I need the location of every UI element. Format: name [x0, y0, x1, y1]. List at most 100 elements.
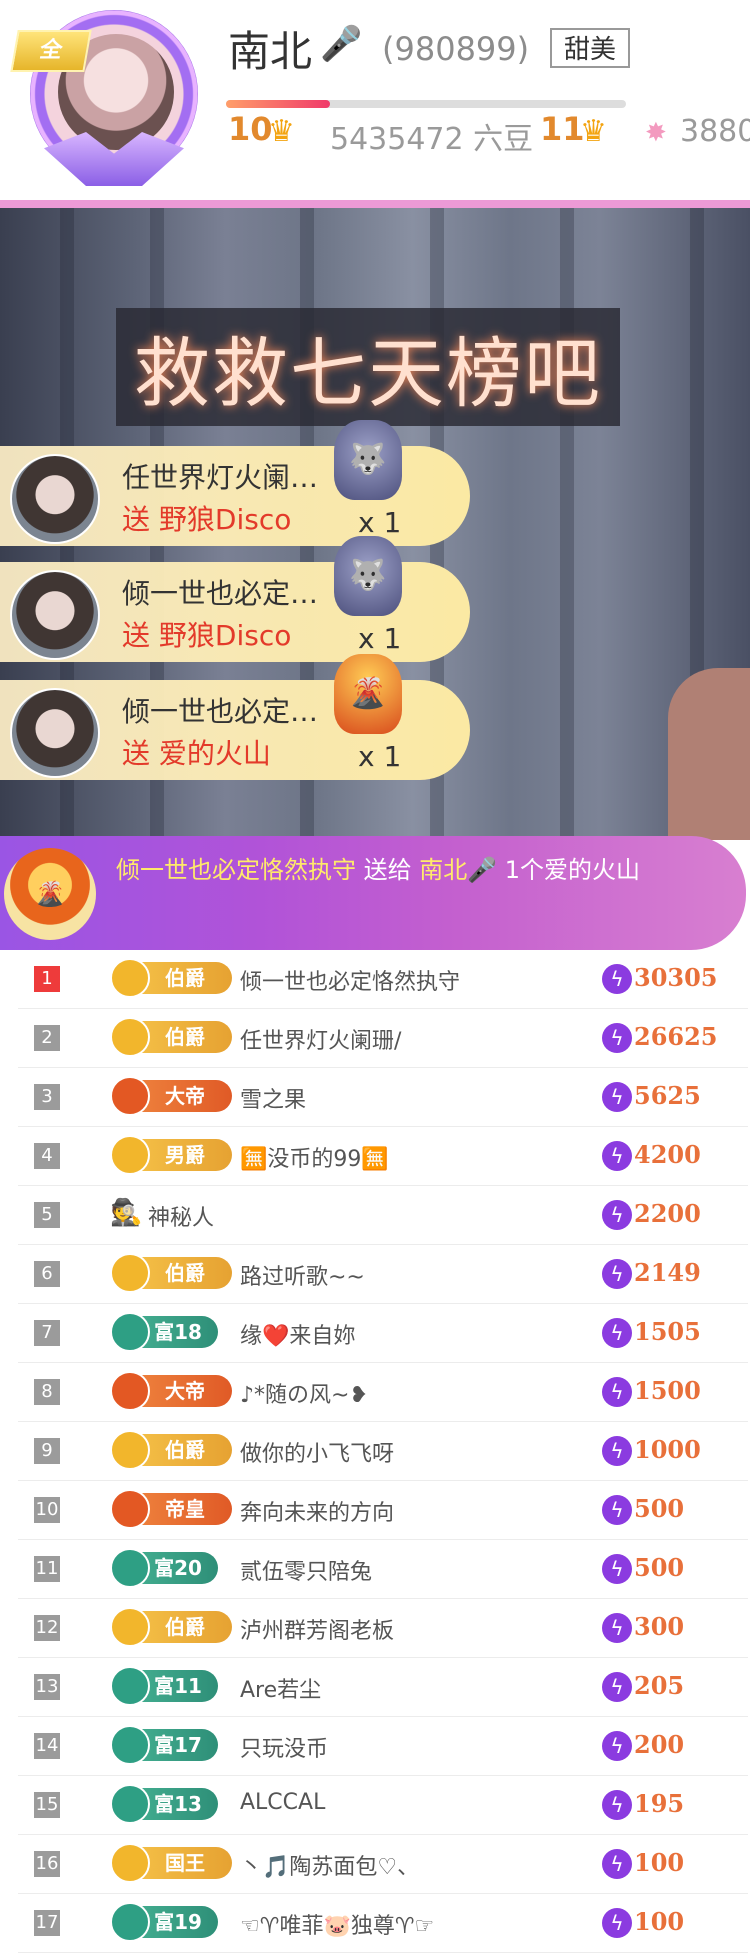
contribution-value: 1505 [634, 1317, 701, 1346]
rank-number: 12 [34, 1615, 60, 1641]
lightning-icon: ϟ [602, 1731, 632, 1761]
lightning-icon: ϟ [602, 1259, 632, 1289]
contribution-value: 2149 [634, 1258, 701, 1287]
rank-number: 5 [34, 1202, 60, 1228]
rank-badge: 伯爵 [110, 958, 232, 998]
rank-badge: 富19 [110, 1902, 218, 1942]
background-chair [668, 668, 750, 840]
lightning-icon: ϟ [602, 1672, 632, 1702]
lightning-icon: ϟ [602, 1318, 632, 1348]
badge-emblem-icon [110, 1371, 150, 1411]
gift-toast: 任世界灯火阑… 送 野狼Disco 🐺 x 1 [0, 420, 470, 546]
room-id: (980899) [382, 30, 530, 68]
badge-label: 富11 [154, 1674, 202, 1698]
rank-number: 9 [34, 1438, 60, 1464]
lightning-icon: ϟ [602, 1495, 632, 1525]
badge-emblem-icon [110, 1843, 150, 1883]
lightning-icon: ϟ [602, 1377, 632, 1407]
user-name: ☜♈唯菲🐷独尊♈☞ [240, 1914, 435, 1939]
user-name: 🈚没币的99🈚 [240, 1147, 389, 1172]
sender-avatar[interactable] [10, 454, 100, 544]
sender-name: 倾一世也必定… [122, 577, 319, 610]
rank-number: 11 [34, 1556, 60, 1582]
ranking-row[interactable]: 16 国王 丶🎵陶苏面包♡、 ϟ 100 [18, 1835, 748, 1894]
ranking-row[interactable]: 8 大帝 ♪*随の风~❥ ϟ 1500 [18, 1363, 748, 1422]
rank-number: 6 [34, 1261, 60, 1287]
badge-emblem-icon [110, 1902, 150, 1942]
user-name: 神秘人 [148, 1206, 215, 1231]
rank-number: 7 [34, 1320, 60, 1346]
user-name: 奔向未来的方向 [240, 1501, 395, 1526]
sender-avatar[interactable] [10, 570, 100, 660]
badge-label: 富18 [154, 1320, 202, 1344]
ranking-row[interactable]: 2 伯爵 任世界灯火阑珊/ϟ 26625 [18, 1009, 748, 1068]
rank-badge: 伯爵 [110, 1253, 232, 1293]
badge-emblem-icon [110, 1489, 150, 1529]
badge-emblem-icon [110, 1607, 150, 1647]
user-name: 缘❤️来自妳 [240, 1324, 356, 1349]
user-name: 雪之果 [240, 1088, 307, 1113]
gift-count: x 1 [358, 740, 402, 773]
ranking-row[interactable]: 5 🕵 神秘人 ϟ 2200 [18, 1186, 748, 1245]
contribution-value: 195 [634, 1789, 685, 1818]
rank-badge: 男爵 [110, 1135, 232, 1175]
ranking-row[interactable]: 7 富18 缘❤️来自妳 ϟ 1505 [18, 1304, 748, 1363]
ranking-row[interactable]: 11 富20 贰伍零只陪兔 ϟ 500 [18, 1540, 748, 1599]
sender-avatar[interactable] [10, 688, 100, 778]
level-progress-bar [226, 100, 626, 108]
rank-badge: 大帝 [110, 1371, 232, 1411]
volcano-gift-icon: 🌋 [334, 654, 402, 734]
user-name: 泸州群芳阁老板 [240, 1619, 395, 1644]
contribution-value: 2200 [634, 1199, 701, 1228]
user-name: 倾一世也必定恪然执守 [240, 970, 461, 995]
contribution-value: 4200 [634, 1140, 701, 1169]
rank-badge: 伯爵 [110, 1430, 232, 1470]
next-level: 11 [540, 110, 585, 148]
ranking-row[interactable]: 3 大帝 雪之果 ϟ 5625 [18, 1068, 748, 1127]
user-name: 丶🎵陶苏面包♡、 [240, 1855, 420, 1880]
ranking-row[interactable]: 14 富17 只玩没币 ϟ 200 [18, 1717, 748, 1776]
lightning-icon: ϟ [602, 1141, 632, 1171]
rank-badge: 伯爵 [110, 1017, 232, 1057]
badge-emblem-icon [110, 1725, 150, 1765]
rank-number: 2 [34, 1025, 60, 1051]
ranking-row[interactable]: 1 伯爵 倾一世也必定恪然执守 ϟ 30305 [18, 950, 748, 1009]
gift-toast: 倾一世也必定… 送 野狼Disco 🐺 x 1 [0, 536, 470, 662]
rank-badge: 富20 [110, 1548, 218, 1588]
live-video[interactable]: 救救七天榜吧 任世界灯火阑… 送 野狼Disco 🐺 x 1 倾一世也必定… 送… [0, 208, 750, 840]
ranking-row[interactable]: 4 男爵 🈚没币的99🈚 ϟ 4200 [18, 1127, 748, 1186]
lightning-icon: ϟ [602, 964, 632, 994]
contribution-value: 1500 [634, 1376, 701, 1405]
contribution-value: 26625 [634, 1022, 718, 1051]
sender-name: 任世界灯火阑… [122, 461, 319, 494]
contribution-value: 500 [634, 1553, 685, 1582]
beans-count: 5435472 六豆 [330, 122, 534, 157]
ranking-row[interactable]: 6 伯爵 路过听歌~~ ϟ 2149 [18, 1245, 748, 1304]
contribution-value: 5625 [634, 1081, 701, 1110]
rank-badge: 伯爵 [110, 1607, 232, 1647]
gift-name: 送 野狼Disco [122, 503, 292, 536]
ranking-row[interactable]: 12 伯爵 泸州群芳阁老板 ϟ 300 [18, 1599, 748, 1658]
microphone-icon: 🎤 [467, 856, 498, 884]
anchor-name: 南北 [228, 27, 313, 76]
ranking-row[interactable]: 9 伯爵 做你的小飞飞呀 ϟ 1000 [18, 1422, 748, 1481]
user-name: 只玩没币 [240, 1737, 329, 1762]
gift-broadcast-banner[interactable]: 🌋 倾一世也必定恪然执守 送给 南北🎤 1个爱的火山 [0, 836, 746, 950]
anchor-avatar[interactable]: 全 [10, 4, 204, 194]
lightning-icon: ϟ [602, 1200, 632, 1230]
ranking-row[interactable]: 10 帝皇 奔向未来的方向 ϟ 500 [18, 1481, 748, 1540]
ranking-row[interactable]: 13 富11 Are若尘 ϟ 205 [18, 1658, 748, 1717]
wolf-gift-icon: 🐺 [334, 420, 402, 500]
rank-number: 15 [34, 1792, 60, 1818]
curtain-fold [560, 208, 574, 840]
rank-badge: 大帝 [110, 1076, 232, 1116]
ranking-row[interactable]: 15 富13 ALCCAL ϟ 195 [18, 1776, 748, 1835]
ranking-row[interactable]: 17 富19 ☜♈唯菲🐷独尊♈☞ ϟ 100 [18, 1894, 748, 1953]
mystery-person-icon: 🕵 [110, 1198, 143, 1228]
user-name: 路过听歌~~ [240, 1265, 365, 1290]
badge-label: 大帝 [165, 1379, 205, 1403]
rank-number: 10 [34, 1497, 60, 1523]
rank-number: 4 [34, 1143, 60, 1169]
sender-name: 倾一世也必定… [122, 695, 319, 728]
avatar-badge: 全 [10, 30, 92, 72]
